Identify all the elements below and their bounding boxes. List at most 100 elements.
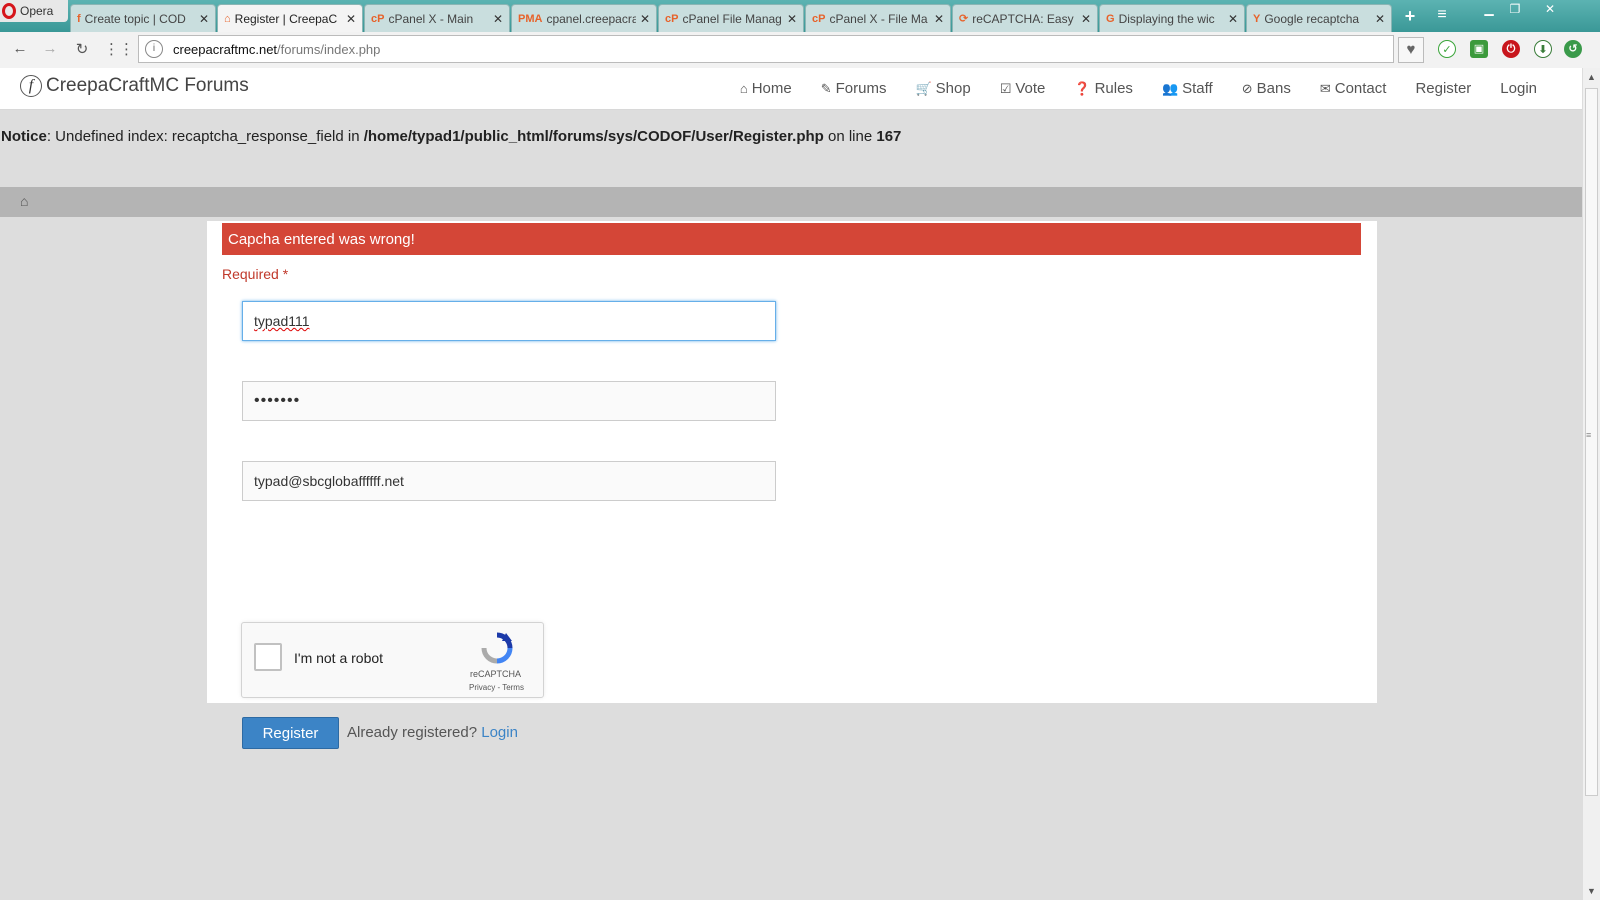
scrollbar-grip-icon: ≡ [1586, 430, 1592, 440]
error-alert: Capcha entered was wrong! [222, 223, 1361, 255]
minimize-icon[interactable]: ▁ [1476, 0, 1502, 18]
check-square-icon: ☑ [999, 80, 1012, 96]
close-tab-icon[interactable]: ✕ [787, 12, 797, 26]
close-tab-icon[interactable]: ✕ [1375, 12, 1385, 26]
site-brand[interactable]: f CreepaCraftMC Forums [20, 75, 249, 97]
tab-title: cPanel X - Main [388, 11, 474, 26]
notice-file: /home/typad1/public_html/forums/sys/CODO… [363, 128, 824, 145]
nav-contact[interactable]: ✉ Contact [1320, 80, 1387, 97]
close-tab-icon[interactable]: ✕ [934, 12, 944, 26]
nav-bans[interactable]: ⊘ Bans [1242, 80, 1291, 97]
back-icon[interactable]: ← [10, 40, 30, 57]
close-tab-icon[interactable]: ✕ [493, 12, 503, 26]
recaptcha-privacy-terms[interactable]: Privacy - Terms [469, 683, 524, 692]
required-label: Required * [222, 266, 289, 282]
nav-register[interactable]: Register [1415, 80, 1471, 97]
browser-tab[interactable]: ⌂ Register | CreepaC ✕ [217, 4, 363, 32]
browser-tab[interactable]: G Displaying the wic ✕ [1099, 4, 1245, 32]
question-circle-icon: ❓ [1074, 80, 1091, 96]
browser-tab[interactable]: Y Google recaptcha ✕ [1246, 4, 1392, 32]
site-info-icon[interactable]: i [145, 40, 163, 58]
notice-line: 167 [876, 128, 902, 145]
nav-forums[interactable]: ✎ Forums [821, 80, 887, 97]
tab-title: Register | CreepaC [234, 11, 338, 26]
tab-title: cpanel.creepacraft [546, 11, 636, 26]
browser-tab[interactable]: cP cPanel X - Main ✕ [364, 4, 510, 32]
recaptcha-label: I'm not a robot [294, 650, 384, 666]
nav-label: Contact [1334, 80, 1387, 97]
opera-label: Opera [20, 4, 54, 18]
opera-menu-button[interactable]: Opera [0, 0, 68, 22]
url-field[interactable]: i creepacraftmc.net/forums/index.php [138, 35, 1394, 63]
maximize-icon[interactable]: ❐ [1502, 0, 1528, 18]
tab-favicon-icon: f [77, 12, 81, 25]
tab-title: cPanel X - File Ma [829, 11, 928, 26]
speed-dial-icon[interactable]: ⋮⋮ [104, 40, 134, 58]
close-tab-icon[interactable]: ✕ [1081, 12, 1091, 26]
email-field[interactable]: typad@sbcglobaffffff.net [242, 461, 776, 501]
shield-extension-icon[interactable]: ✓ [1438, 40, 1456, 58]
already-registered: Already registered? Login [347, 724, 518, 741]
nav-shop[interactable]: 🛒 Shop [915, 80, 970, 97]
nav-rules[interactable]: ❓ Rules [1074, 80, 1133, 97]
tab-favicon-icon: G [1106, 12, 1115, 25]
tab-favicon-icon: cP [812, 12, 826, 25]
browser-tab[interactable]: ⟳ reCAPTCHA: Easy ✕ [952, 4, 1098, 32]
tab-favicon-icon: Y [1253, 12, 1261, 25]
tab-menu-icon[interactable]: ≡ [1432, 6, 1452, 24]
cart-icon: 🛒 [915, 80, 932, 96]
nav-label: Bans [1256, 80, 1291, 97]
download-extension-icon[interactable]: ⬇ [1534, 40, 1552, 58]
nav-login[interactable]: Login [1500, 80, 1537, 97]
password-value: ••••••• [254, 392, 301, 409]
adblock-icon[interactable]: ⏻ [1502, 40, 1520, 58]
bookmark-heart-icon[interactable]: ♥ [1398, 37, 1424, 63]
recaptcha-checkbox[interactable] [254, 643, 282, 671]
scroll-up-icon[interactable]: ▲ [1587, 72, 1596, 82]
nav-label: Staff [1182, 80, 1213, 97]
tab-title: Create topic | COD [84, 11, 186, 26]
login-link[interactable]: Login [481, 724, 518, 741]
username-value: typad111 [254, 313, 310, 329]
ban-icon: ⊘ [1241, 80, 1253, 96]
password-field[interactable]: ••••••• [242, 381, 776, 421]
email-value: typad@sbcglobaffffff.net [254, 473, 404, 489]
recaptcha-logo-icon [481, 632, 513, 664]
extension-green-icon[interactable]: ▣ [1470, 40, 1488, 58]
url-domain: creepacraftmc.net [173, 41, 278, 57]
scrollbar-thumb[interactable] [1585, 88, 1598, 796]
username-field[interactable]: typad111 [242, 301, 776, 341]
nav-links: ⌂ Home ✎ Forums 🛒 Shop ☑ Vote ❓ Rules 👥 Staff ⊘ Bans ✉… [711, 68, 1537, 109]
close-window-icon[interactable]: ✕ [1528, 0, 1572, 18]
php-notice: Notice: Undefined index: recaptcha_respo… [1, 128, 901, 145]
scroll-down-icon[interactable]: ▼ [1587, 886, 1596, 896]
web-page: f CreepaCraftMC Forums ⌂ Home ✎ Forums 🛒 Shop… [0, 68, 1582, 900]
address-toolbar: ← → ↻ ⋮⋮ i creepacraftmc.net/forums/inde… [0, 32, 1600, 69]
browser-tab[interactable]: cP cPanel File Manag ✕ [658, 4, 804, 32]
close-tab-icon[interactable]: ✕ [640, 12, 650, 26]
register-panel: Capcha entered was wrong! Required * typ… [207, 221, 1377, 749]
nav-label: Home [751, 80, 792, 97]
pencil-icon: ✎ [820, 80, 832, 96]
browser-tab[interactable]: f Create topic | COD ✕ [70, 4, 216, 32]
breadcrumb-home-icon[interactable]: ⌂ [20, 193, 28, 209]
page-scrollbar[interactable]: ▲ ≡ ▼ [1582, 68, 1600, 900]
register-button[interactable]: Register [242, 717, 339, 749]
new-tab-icon[interactable]: + [1400, 6, 1420, 27]
browser-tab[interactable]: cP cPanel X - File Ma ✕ [805, 4, 951, 32]
reload-icon[interactable]: ↻ [72, 40, 92, 58]
nav-label: Shop [935, 80, 971, 97]
nav-staff[interactable]: 👥 Staff [1162, 80, 1213, 97]
tab-favicon-icon: cP [371, 12, 385, 25]
browser-tab[interactable]: PMA cpanel.creepacraft ✕ [511, 4, 657, 32]
forward-icon[interactable]: → [40, 40, 60, 57]
nav-label: Login [1500, 80, 1537, 97]
close-tab-icon[interactable]: ✕ [346, 12, 356, 26]
nav-vote[interactable]: ☑ Vote [1000, 80, 1046, 97]
tab-title: cPanel File Manag [682, 11, 782, 26]
close-tab-icon[interactable]: ✕ [199, 12, 209, 26]
sync-extension-icon[interactable]: ↺ [1564, 40, 1582, 58]
close-tab-icon[interactable]: ✕ [1228, 12, 1238, 26]
nav-home[interactable]: ⌂ Home [740, 80, 792, 97]
nav-label: Forums [835, 80, 887, 97]
